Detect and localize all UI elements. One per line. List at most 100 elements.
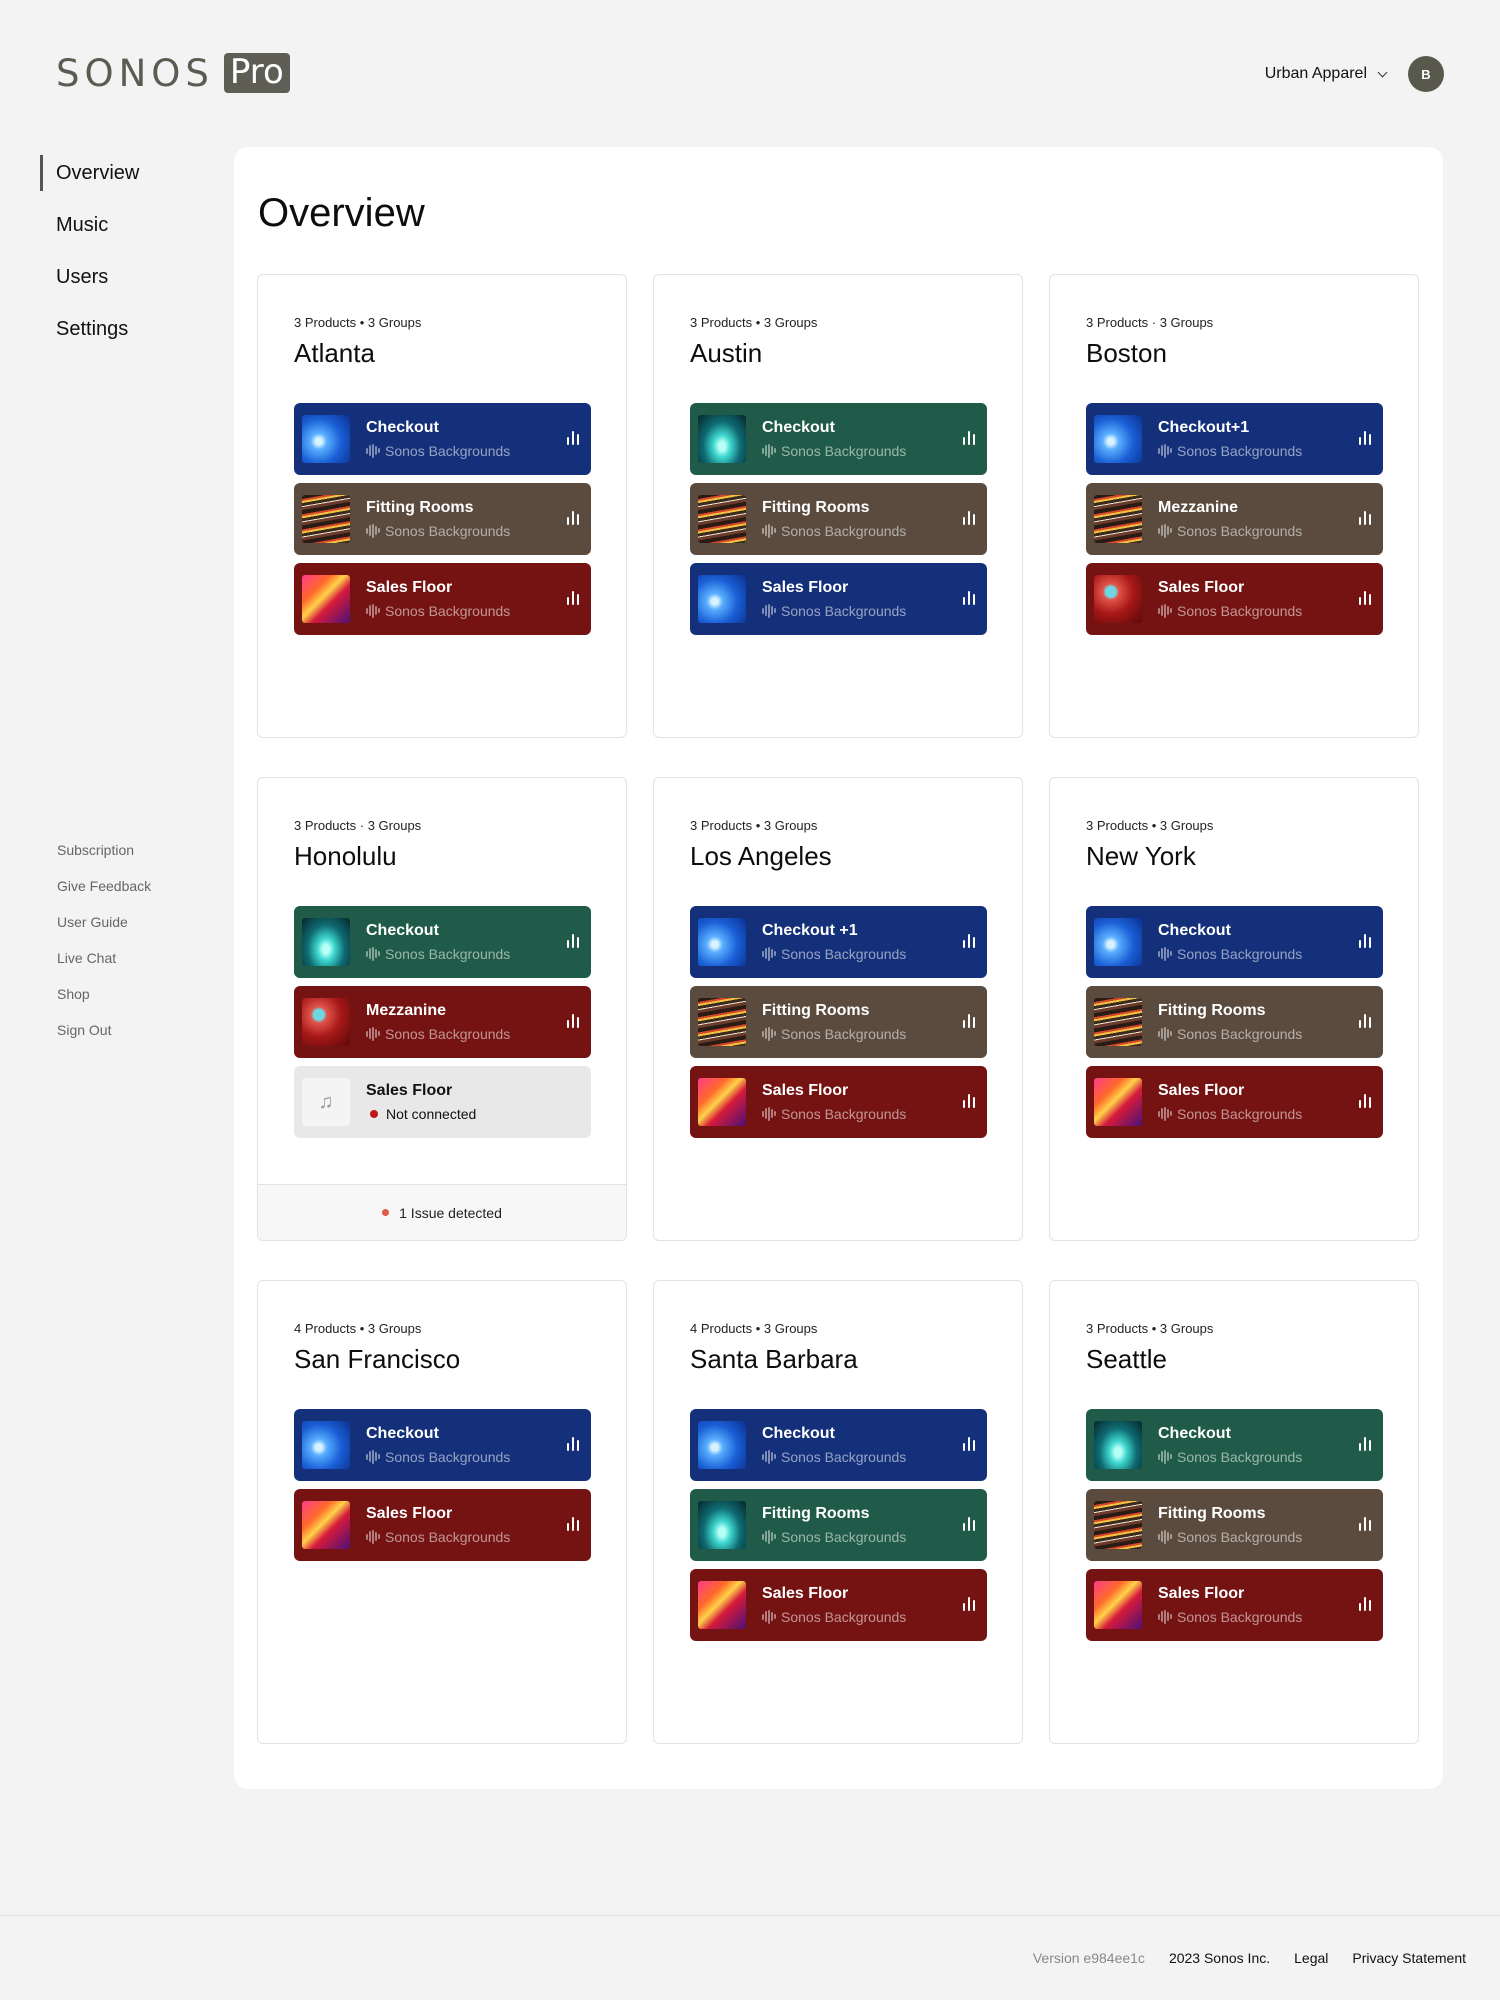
location-card[interactable]: 4 Products • 3 Groups San Francisco Checko…	[257, 1280, 627, 1744]
group-tile[interactable]: Checkout +1 Sonos Backgrounds	[690, 906, 987, 978]
artwork-thumbnail	[698, 575, 746, 623]
group-tile[interactable]: Checkout+1 Sonos Backgrounds	[1086, 403, 1383, 475]
source-name: Sonos Backgrounds	[781, 1105, 907, 1122]
nav-item-users[interactable]: Users	[40, 259, 200, 295]
link-shop[interactable]: Shop	[57, 984, 151, 1020]
avatar[interactable]: B	[1408, 56, 1444, 92]
group-tile[interactable]: Sales Floor Sonos Backgrounds	[1086, 1569, 1383, 1641]
location-name[interactable]: San Francisco	[294, 1344, 460, 1375]
group-tile[interactable]: Sales Floor Sonos Backgrounds	[1086, 563, 1383, 635]
link-sign-out[interactable]: Sign Out	[57, 1020, 151, 1056]
location-card[interactable]: 3 Products • 3 Groups Los Angeles Checkout…	[653, 777, 1023, 1241]
group-tile[interactable]: Mezzanine Sonos Backgrounds	[294, 986, 591, 1058]
group-tile[interactable]: Checkout Sonos Backgrounds	[690, 1409, 987, 1481]
location-card[interactable]: 3 Products • 3 Groups New York Checkout Son…	[1049, 777, 1419, 1241]
location-name[interactable]: Atlanta	[294, 338, 375, 369]
group-tile[interactable]: Checkout Sonos Backgrounds	[1086, 906, 1383, 978]
source-name: Sonos Backgrounds	[1177, 1448, 1303, 1465]
location-name[interactable]: Honolulu	[294, 841, 397, 872]
group-text: Sales Floor Sonos Backgrounds	[762, 1081, 987, 1124]
location-card[interactable]: 3 Products • 3 Groups Seattle Checkout Sono…	[1049, 1280, 1419, 1744]
account-menu[interactable]: Urban Apparel B	[1265, 56, 1444, 92]
legal-link[interactable]: Legal	[1294, 1950, 1328, 1966]
equalizer-icon	[567, 591, 579, 605]
group-tile[interactable]: Checkout Sonos Backgrounds	[294, 1409, 591, 1481]
group-list: Checkout Sonos Backgrounds Mezzanine Sonos …	[294, 906, 591, 1146]
group-name: Fitting Rooms	[366, 498, 474, 516]
link-live-chat[interactable]: Live Chat	[57, 948, 151, 984]
group-name: Checkout	[366, 921, 439, 939]
group-tile[interactable]: Fitting Rooms Sonos Backgrounds	[690, 1489, 987, 1561]
group-name: Sales Floor	[366, 1504, 453, 1522]
source-name: Sonos Backgrounds	[781, 1448, 907, 1465]
link-user-guide[interactable]: User Guide	[57, 912, 151, 948]
group-source: Sonos Backgrounds	[762, 1447, 987, 1467]
group-tile[interactable]: Fitting Rooms Sonos Backgrounds	[1086, 1489, 1383, 1561]
source-name: Sonos Backgrounds	[385, 442, 511, 459]
group-tile[interactable]: Sales Floor Sonos Backgrounds	[690, 1569, 987, 1641]
group-name: Checkout+1	[1158, 418, 1250, 436]
location-name[interactable]: New York	[1086, 841, 1196, 872]
group-source: Sonos Backgrounds	[366, 944, 591, 964]
artwork-thumbnail	[698, 1078, 746, 1126]
group-tile[interactable]: ♫ Sales Floor Not connected	[294, 1066, 591, 1138]
group-text: Fitting Rooms Sonos Backgrounds	[762, 1504, 987, 1547]
group-list: Checkout Sonos Backgrounds Fitting Rooms So…	[1086, 906, 1383, 1146]
source-name: Sonos Backgrounds	[385, 522, 511, 539]
equalizer-icon	[1359, 1597, 1371, 1611]
group-tile[interactable]: Mezzanine Sonos Backgrounds	[1086, 483, 1383, 555]
group-tile[interactable]: Sales Floor Sonos Backgrounds	[294, 1489, 591, 1561]
location-card[interactable]: 3 Products • 3 Groups Austin Checkout Sonos…	[653, 274, 1023, 738]
location-name[interactable]: Seattle	[1086, 1344, 1167, 1375]
group-tile[interactable]: Sales Floor Sonos Backgrounds	[690, 563, 987, 635]
location-card[interactable]: 4 Products • 3 Groups Santa Barbara Checko…	[653, 1280, 1023, 1744]
group-name: Sales Floor	[1158, 1584, 1245, 1602]
location-name[interactable]: Los Angeles	[690, 841, 832, 872]
equalizer-icon	[1359, 1094, 1371, 1108]
group-tile[interactable]: Sales Floor Sonos Backgrounds	[690, 1066, 987, 1138]
issue-banner[interactable]: 1 Issue detected	[258, 1184, 626, 1240]
location-card[interactable]: 3 Products · 3 Groups Boston Checkout+1 Son…	[1049, 274, 1419, 738]
group-tile[interactable]: Checkout Sonos Backgrounds	[294, 403, 591, 475]
location-card[interactable]: 3 Products · 3 Groups Honolulu Checkout Son…	[257, 777, 627, 1241]
group-tile[interactable]: Sales Floor Sonos Backgrounds	[294, 563, 591, 635]
equalizer-icon	[567, 511, 579, 525]
group-tile[interactable]: Sales Floor Sonos Backgrounds	[1086, 1066, 1383, 1138]
nav-item-music[interactable]: Music	[40, 207, 200, 243]
group-text: Fitting Rooms Sonos Backgrounds	[366, 498, 591, 541]
group-source: Sonos Backgrounds	[366, 1447, 591, 1467]
equalizer-icon	[963, 1094, 975, 1108]
nav-item-settings[interactable]: Settings	[40, 311, 200, 347]
artwork-thumbnail	[698, 495, 746, 543]
group-name: Sales Floor	[762, 1584, 849, 1602]
nav-item-overview[interactable]: Overview	[40, 155, 200, 191]
group-tile[interactable]: Checkout Sonos Backgrounds	[690, 403, 987, 475]
location-name[interactable]: Austin	[690, 338, 762, 369]
location-name[interactable]: Boston	[1086, 338, 1167, 369]
equalizer-icon	[1359, 1437, 1371, 1451]
equalizer-icon	[567, 1014, 579, 1028]
privacy-link[interactable]: Privacy Statement	[1352, 1950, 1466, 1966]
account-name: Urban Apparel	[1264, 65, 1367, 82]
group-tile[interactable]: Checkout Sonos Backgrounds	[1086, 1409, 1383, 1481]
group-name: Sales Floor	[1158, 578, 1245, 596]
link-subscription[interactable]: Subscription	[57, 840, 151, 876]
group-source: Sonos Backgrounds	[762, 1104, 987, 1124]
group-tile[interactable]: Fitting Rooms Sonos Backgrounds	[690, 483, 987, 555]
source-name: Sonos Backgrounds	[781, 945, 907, 962]
group-tile[interactable]: Fitting Rooms Sonos Backgrounds	[690, 986, 987, 1058]
link-give-feedback[interactable]: Give Feedback	[57, 876, 151, 912]
artwork-thumbnail	[302, 1501, 350, 1549]
group-text: Checkout Sonos Backgrounds	[762, 1424, 987, 1467]
waveform-icon	[366, 603, 380, 618]
group-tile[interactable]: Checkout Sonos Backgrounds	[294, 906, 591, 978]
music-note-icon: ♫	[302, 1078, 350, 1126]
artwork-thumbnail	[698, 415, 746, 463]
group-name: Fitting Rooms	[762, 1001, 870, 1019]
group-tile[interactable]: Fitting Rooms Sonos Backgrounds	[1086, 986, 1383, 1058]
group-name: Checkout	[762, 418, 835, 436]
location-card[interactable]: 3 Products • 3 Groups Atlanta Checkout Sono…	[257, 274, 627, 738]
group-tile[interactable]: Fitting Rooms Sonos Backgrounds	[294, 483, 591, 555]
sonos-pro-logo[interactable]: SONOS Pro	[56, 52, 290, 95]
location-name[interactable]: Santa Barbara	[690, 1344, 858, 1375]
